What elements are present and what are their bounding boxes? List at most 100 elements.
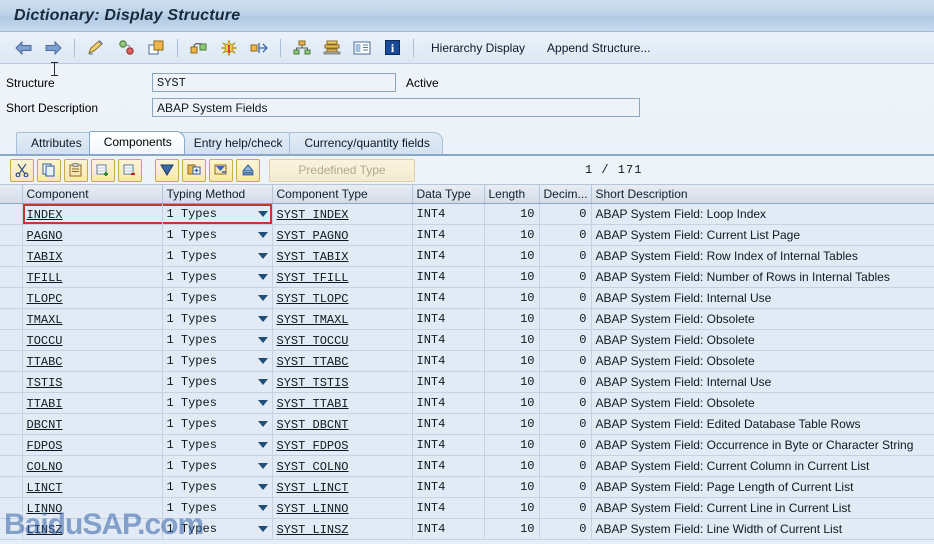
tab-currency-quantity-fields[interactable]: Currency/quantity fields xyxy=(289,132,443,154)
cell-typing-method[interactable]: 1 Types xyxy=(162,350,273,372)
expand-include-icon[interactable] xyxy=(182,158,206,182)
component-type-link[interactable]: SYST LINNO xyxy=(277,502,349,516)
cell-typing-method[interactable]: 1 Types xyxy=(162,518,273,540)
row-selector-cell[interactable] xyxy=(0,434,23,456)
chevron-down-icon[interactable] xyxy=(257,316,268,322)
cell-component-type[interactable]: SYST TTABI xyxy=(272,392,413,414)
component-link[interactable]: DBCNT xyxy=(27,418,63,432)
chevron-down-icon[interactable] xyxy=(257,379,268,385)
component-link[interactable]: TLOPC xyxy=(27,292,63,306)
append-structure-button[interactable]: Append Structure... xyxy=(536,36,661,60)
column-header-typing-method[interactable]: Typing Method xyxy=(162,185,273,204)
cell-component-type[interactable]: SYST LINSZ xyxy=(272,518,413,540)
chevron-down-icon[interactable] xyxy=(257,505,268,511)
column-header-data-type[interactable]: Data Type xyxy=(412,185,485,204)
row-selector-header[interactable] xyxy=(0,185,23,204)
table-row[interactable]: INDEX 1 Types SYST INDEX INT4 10 0 ABAP System… xyxy=(0,203,934,225)
component-link[interactable]: TTABC xyxy=(27,355,63,369)
column-header-component-type[interactable]: Component Type xyxy=(272,185,413,204)
chevron-down-icon[interactable] xyxy=(257,484,268,490)
row-selector-cell[interactable] xyxy=(0,203,23,225)
cell-component[interactable]: COLNO xyxy=(22,455,163,477)
cell-component-type[interactable]: SYST TLOPC xyxy=(272,287,413,309)
cell-component[interactable]: TMAXL xyxy=(22,308,163,330)
cell-component[interactable]: TLOPC xyxy=(22,287,163,309)
chevron-down-icon[interactable] xyxy=(257,295,268,301)
component-type-link[interactable]: SYST COLNO xyxy=(277,460,349,474)
cell-typing-method[interactable]: 1 Types xyxy=(162,287,273,309)
cell-component[interactable]: TTABI xyxy=(22,392,163,414)
cell-component-type[interactable]: SYST LINCT xyxy=(272,476,413,498)
cell-component-type[interactable]: SYST LINNO xyxy=(272,497,413,519)
table-row[interactable]: TABIX 1 Types SYST TABIX INT4 10 0 ABAP System… xyxy=(0,245,934,267)
structure-input[interactable]: SYST xyxy=(152,73,396,92)
cell-component-type[interactable]: SYST TFILL xyxy=(272,266,413,288)
component-link[interactable]: COLNO xyxy=(27,460,63,474)
hierarchy-icon[interactable] xyxy=(289,35,315,61)
component-link[interactable]: TOCCU xyxy=(27,334,63,348)
cell-component-type[interactable]: SYST COLNO xyxy=(272,455,413,477)
cell-component-type[interactable]: SYST INDEX xyxy=(272,203,413,225)
information-icon[interactable]: i xyxy=(379,35,405,61)
chevron-down-icon[interactable] xyxy=(257,463,268,469)
cell-typing-method[interactable]: 1 Types xyxy=(162,308,273,330)
table-row[interactable]: TSTIS 1 Types SYST TSTIS INT4 10 0 ABAP System… xyxy=(0,371,934,393)
cell-typing-method[interactable]: 1 Types xyxy=(162,455,273,477)
row-selector-cell[interactable] xyxy=(0,329,23,351)
cell-typing-method[interactable]: 1 Types xyxy=(162,329,273,351)
chevron-down-icon[interactable] xyxy=(257,211,268,217)
print-icon[interactable] xyxy=(319,35,345,61)
cell-typing-method[interactable]: 1 Types xyxy=(162,266,273,288)
cell-component-type[interactable]: SYST TOCCU xyxy=(272,329,413,351)
component-link[interactable]: TABIX xyxy=(27,250,63,264)
tab-entry-help-check[interactable]: Entry help/check xyxy=(178,132,296,154)
row-selector-cell[interactable] xyxy=(0,224,23,246)
component-type-link[interactable]: SYST TTABC xyxy=(277,355,349,369)
chevron-down-icon[interactable] xyxy=(257,232,268,238)
column-header-component[interactable]: Component xyxy=(22,185,163,204)
cell-component[interactable]: TABIX xyxy=(22,245,163,267)
row-selector-cell[interactable] xyxy=(0,245,23,267)
component-type-link[interactable]: SYST DBCNT xyxy=(277,418,349,432)
cell-component[interactable]: LINSZ xyxy=(22,518,163,540)
table-row[interactable]: COLNO 1 Types SYST COLNO INT4 10 0 ABAP System… xyxy=(0,455,934,477)
cell-component[interactable]: PAGNO xyxy=(22,224,163,246)
sort-descending-icon[interactable] xyxy=(155,158,179,182)
srch-help-icon[interactable] xyxy=(236,158,260,182)
cell-typing-method[interactable]: 1 Types xyxy=(162,245,273,267)
cell-component-type[interactable]: SYST DBCNT xyxy=(272,413,413,435)
row-selector-cell[interactable] xyxy=(0,350,23,372)
row-selector-cell[interactable] xyxy=(0,287,23,309)
forward-icon[interactable] xyxy=(40,35,66,61)
component-link[interactable]: INDEX xyxy=(27,208,63,222)
component-link[interactable]: TFILL xyxy=(27,271,63,285)
table-row[interactable]: LINNO 1 Types SYST LINNO INT4 10 0 ABAP System… xyxy=(0,497,934,519)
copy-icon[interactable] xyxy=(37,158,61,182)
where-used-list-icon[interactable] xyxy=(186,35,212,61)
component-type-link[interactable]: SYST TOCCU xyxy=(277,334,349,348)
table-row[interactable]: TMAXL 1 Types SYST TMAXL INT4 10 0 ABAP System… xyxy=(0,308,934,330)
chevron-down-icon[interactable] xyxy=(257,526,268,532)
cell-component-type[interactable]: SYST TMAXL xyxy=(272,308,413,330)
cell-component[interactable]: TFILL xyxy=(22,266,163,288)
component-type-link[interactable]: SYST TMAXL xyxy=(277,313,349,327)
table-row[interactable]: FDPOS 1 Types SYST FDPOS INT4 10 0 ABAP System… xyxy=(0,434,934,456)
row-selector-cell[interactable] xyxy=(0,413,23,435)
component-link[interactable]: LINNO xyxy=(27,502,63,516)
short-description-input[interactable]: ABAP System Fields xyxy=(152,98,640,117)
table-row[interactable]: TOCCU 1 Types SYST TOCCU INT4 10 0 ABAP System… xyxy=(0,329,934,351)
cell-component[interactable]: INDEX xyxy=(22,203,163,225)
cell-typing-method[interactable]: 1 Types xyxy=(162,476,273,498)
hierarchy-display-button[interactable]: Hierarchy Display xyxy=(420,36,536,60)
table-row[interactable]: TLOPC 1 Types SYST TLOPC INT4 10 0 ABAP System… xyxy=(0,287,934,309)
component-type-link[interactable]: SYST FDPOS xyxy=(277,439,349,453)
column-header-short-description[interactable]: Short Description xyxy=(591,185,934,204)
documentation-icon[interactable] xyxy=(349,35,375,61)
row-selector-cell[interactable] xyxy=(0,308,23,330)
component-type-link[interactable]: SYST TTABI xyxy=(277,397,349,411)
cell-typing-method[interactable]: 1 Types xyxy=(162,413,273,435)
table-row[interactable]: TTABI 1 Types SYST TTABI INT4 10 0 ABAP System… xyxy=(0,392,934,414)
component-type-link[interactable]: SYST TABIX xyxy=(277,250,349,264)
table-row[interactable]: TTABC 1 Types SYST TTABC INT4 10 0 ABAP System… xyxy=(0,350,934,372)
row-selector-cell[interactable] xyxy=(0,497,23,519)
